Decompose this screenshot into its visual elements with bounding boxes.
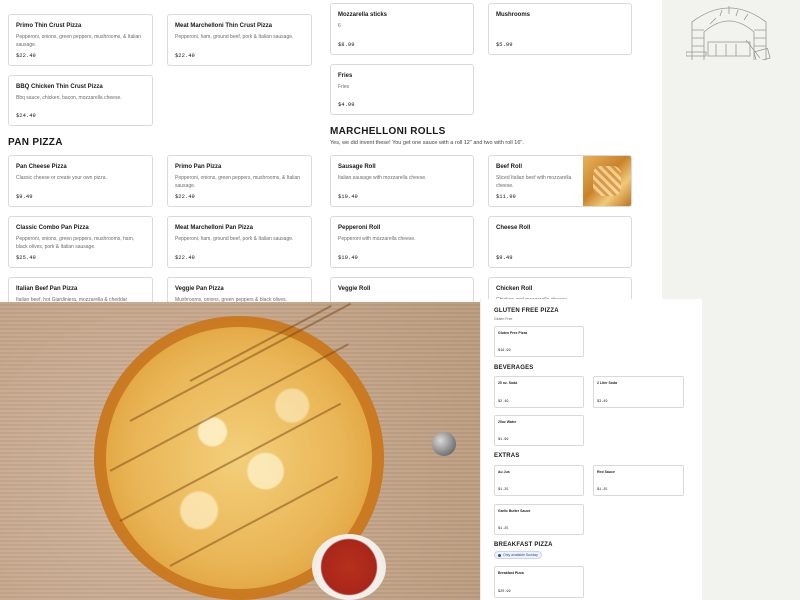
item-price: $4.99	[338, 101, 355, 108]
section-title-marchelloni-rolls: MARCHELLONI ROLLS	[330, 126, 446, 137]
item-name: 2 Liter Soda	[597, 381, 618, 385]
item-name: Beef Roll	[496, 164, 523, 170]
item-description: 6	[338, 23, 341, 29]
item-price: $22.49	[16, 52, 36, 59]
item-name: Au Jus	[498, 470, 510, 474]
item-price: $5.99	[496, 41, 513, 48]
item-price: $1.25	[498, 488, 509, 492]
badge-text: Only available Sunday	[503, 553, 538, 557]
item-name: Sausage Roll	[338, 164, 376, 170]
item-price: $24.49	[16, 112, 36, 119]
menu-item-card[interactable]: 20 oz. Soda $2.49	[494, 376, 584, 408]
item-name: Chicken Roll	[496, 286, 533, 292]
menu-item-card[interactable]: Meat Marchelloni Thin Crust Pizza Pepper…	[167, 14, 312, 66]
menu-item-card[interactable]: Red Sauce $1.25	[593, 465, 684, 496]
section-title-extras: EXTRAS	[494, 453, 520, 459]
section-subtitle: Gluten Free	[494, 317, 513, 321]
section-subtitle: Yes, we did invent these! You get one sa…	[330, 140, 524, 146]
menu-item-card[interactable]: Classic Combo Pan Pizza Pepperoni, onion…	[8, 216, 153, 268]
menu-item-card[interactable]: Cheese Roll $9.49	[488, 216, 632, 268]
menu-item-card[interactable]: BBQ Chicken Thin Crust Pizza Bbq sauce, …	[8, 75, 153, 126]
item-description: Pepperoni, onions, green peppers, mushro…	[16, 236, 135, 250]
menu-item-card[interactable]: Pan Cheese Pizza Classic cheese or creat…	[8, 155, 153, 207]
item-price: $22.49	[175, 254, 195, 261]
item-description: Pepperoni, ham, ground beef, pork & Ital…	[175, 236, 294, 242]
item-price: $22.49	[175, 52, 195, 59]
menu-item-card[interactable]: Primo Thin Crust Pizza Pepperoni, onions…	[8, 14, 153, 66]
menu-item-card[interactable]: Fries Fries $4.99	[330, 64, 474, 115]
item-name: Gluten Free Pizza	[498, 331, 528, 335]
item-price: $10.49	[338, 254, 358, 261]
menu-item-card[interactable]: Primo Pan Pizza Pepperoni, onions, green…	[167, 155, 312, 207]
item-price: $1.25	[498, 527, 509, 531]
menu-item-card[interactable]: 2 Liter Soda $3.49	[593, 376, 684, 408]
item-description: Classic cheese or create your own pizza.	[16, 175, 107, 181]
menu-item-card[interactable]: Gluten Free Pizza $16.99	[494, 326, 584, 357]
item-name: 20 oz. Soda	[498, 381, 518, 385]
info-dot-icon	[498, 554, 501, 557]
item-description: Pepperoni, onions, green peppers, mushro…	[16, 34, 142, 48]
item-name: Primo Pan Pizza	[175, 164, 222, 170]
item-name: BBQ Chicken Thin Crust Pizza	[16, 84, 103, 90]
beef-roll-image	[583, 156, 631, 206]
item-name: Veggie Roll	[338, 286, 371, 292]
item-price: $10.49	[338, 193, 358, 200]
item-price: $22.49	[175, 193, 195, 200]
item-price: $1.99	[498, 438, 509, 442]
menu-item-card[interactable]: Breakfast Pizza $20.99	[494, 566, 584, 598]
decorative-ball	[432, 432, 456, 456]
menu-item-card[interactable]: Mozzarella sticks 6 $8.99	[330, 3, 474, 55]
menu-item-card[interactable]: 20oz Water $1.99	[494, 415, 584, 446]
item-name: Primo Thin Crust Pizza	[16, 23, 82, 29]
item-name: Fries	[338, 73, 353, 79]
item-name: Mushrooms	[496, 12, 531, 18]
item-name: Cheese Roll	[496, 225, 531, 231]
section-title-beverages: BEVERAGES	[494, 365, 534, 371]
item-description: Italian sausage with mozzarella cheese.	[338, 175, 427, 181]
section-title-gluten-free: GLUTEN FREE PIZZA	[494, 308, 559, 314]
item-name: Meat Marchelloni Thin Crust Pizza	[175, 23, 273, 29]
menu-item-card[interactable]: Meat Marchelloni Pan Pizza Pepperoni, ha…	[167, 216, 312, 268]
item-description: Pepperoni, onions, green peppers, mushro…	[175, 175, 301, 189]
item-name: Pan Cheese Pizza	[16, 164, 67, 170]
item-price: $16.99	[498, 349, 511, 353]
menu-item-card[interactable]: Mushrooms $5.99	[488, 3, 632, 55]
item-name: Red Sauce	[597, 470, 615, 474]
menu-item-card[interactable]: Sausage Roll Italian sausage with mozzar…	[330, 155, 474, 207]
item-name: 20oz Water	[498, 420, 517, 424]
item-price: $25.49	[16, 254, 36, 261]
item-price: $3.49	[597, 400, 608, 404]
item-description: Bbq sauce, chicken, bacon, mozzarella ch…	[16, 95, 122, 101]
item-name: Mozzarella sticks	[338, 12, 388, 18]
item-name: Pepperoni Roll	[338, 225, 381, 231]
pizza-oven-icon	[686, 6, 771, 60]
item-price: $11.99	[496, 193, 516, 200]
item-description: Fries	[338, 84, 350, 90]
item-price: $1.25	[597, 488, 608, 492]
menu-item-card[interactable]: Garlic Butter Sauce $1.25	[494, 504, 584, 535]
item-price: $8.99	[338, 41, 355, 48]
item-price: $20.99	[498, 590, 511, 594]
menu-item-card[interactable]: Au Jus $1.25	[494, 465, 584, 496]
mini-side-panel	[702, 299, 800, 600]
menu-item-card[interactable]: Pepperoni Roll Pepperoni with mozzarella…	[330, 216, 474, 268]
item-name: Garlic Butter Sauce	[498, 509, 531, 513]
menu-item-card[interactable]: Beef Roll Sliced Italian beef with mozza…	[488, 155, 632, 207]
item-name: Classic Combo Pan Pizza	[16, 225, 89, 231]
item-name: Meat Marchelloni Pan Pizza	[175, 225, 254, 231]
item-price: $9.49	[496, 254, 513, 261]
item-price: $9.49	[16, 193, 33, 200]
section-title-breakfast: BREAKFAST PIZZA	[494, 542, 553, 548]
item-description: Sliced Italian beef with mozzarella chee…	[496, 175, 572, 189]
availability-badge: Only available Sunday	[494, 551, 542, 559]
item-description: Pepperoni with mozzarella cheese.	[338, 236, 416, 242]
section-title-pan-pizza: PAN PIZZA	[8, 137, 63, 148]
item-name: Breakfast Pizza	[498, 571, 524, 575]
sauce-cup	[312, 534, 386, 600]
item-name: Veggie Pan Pizza	[175, 286, 224, 292]
item-description: Pepperoni, ham, ground beef, pork & Ital…	[175, 34, 294, 40]
item-price: $2.49	[498, 400, 509, 404]
item-name: Italian Beef Pan Pizza	[16, 286, 78, 292]
